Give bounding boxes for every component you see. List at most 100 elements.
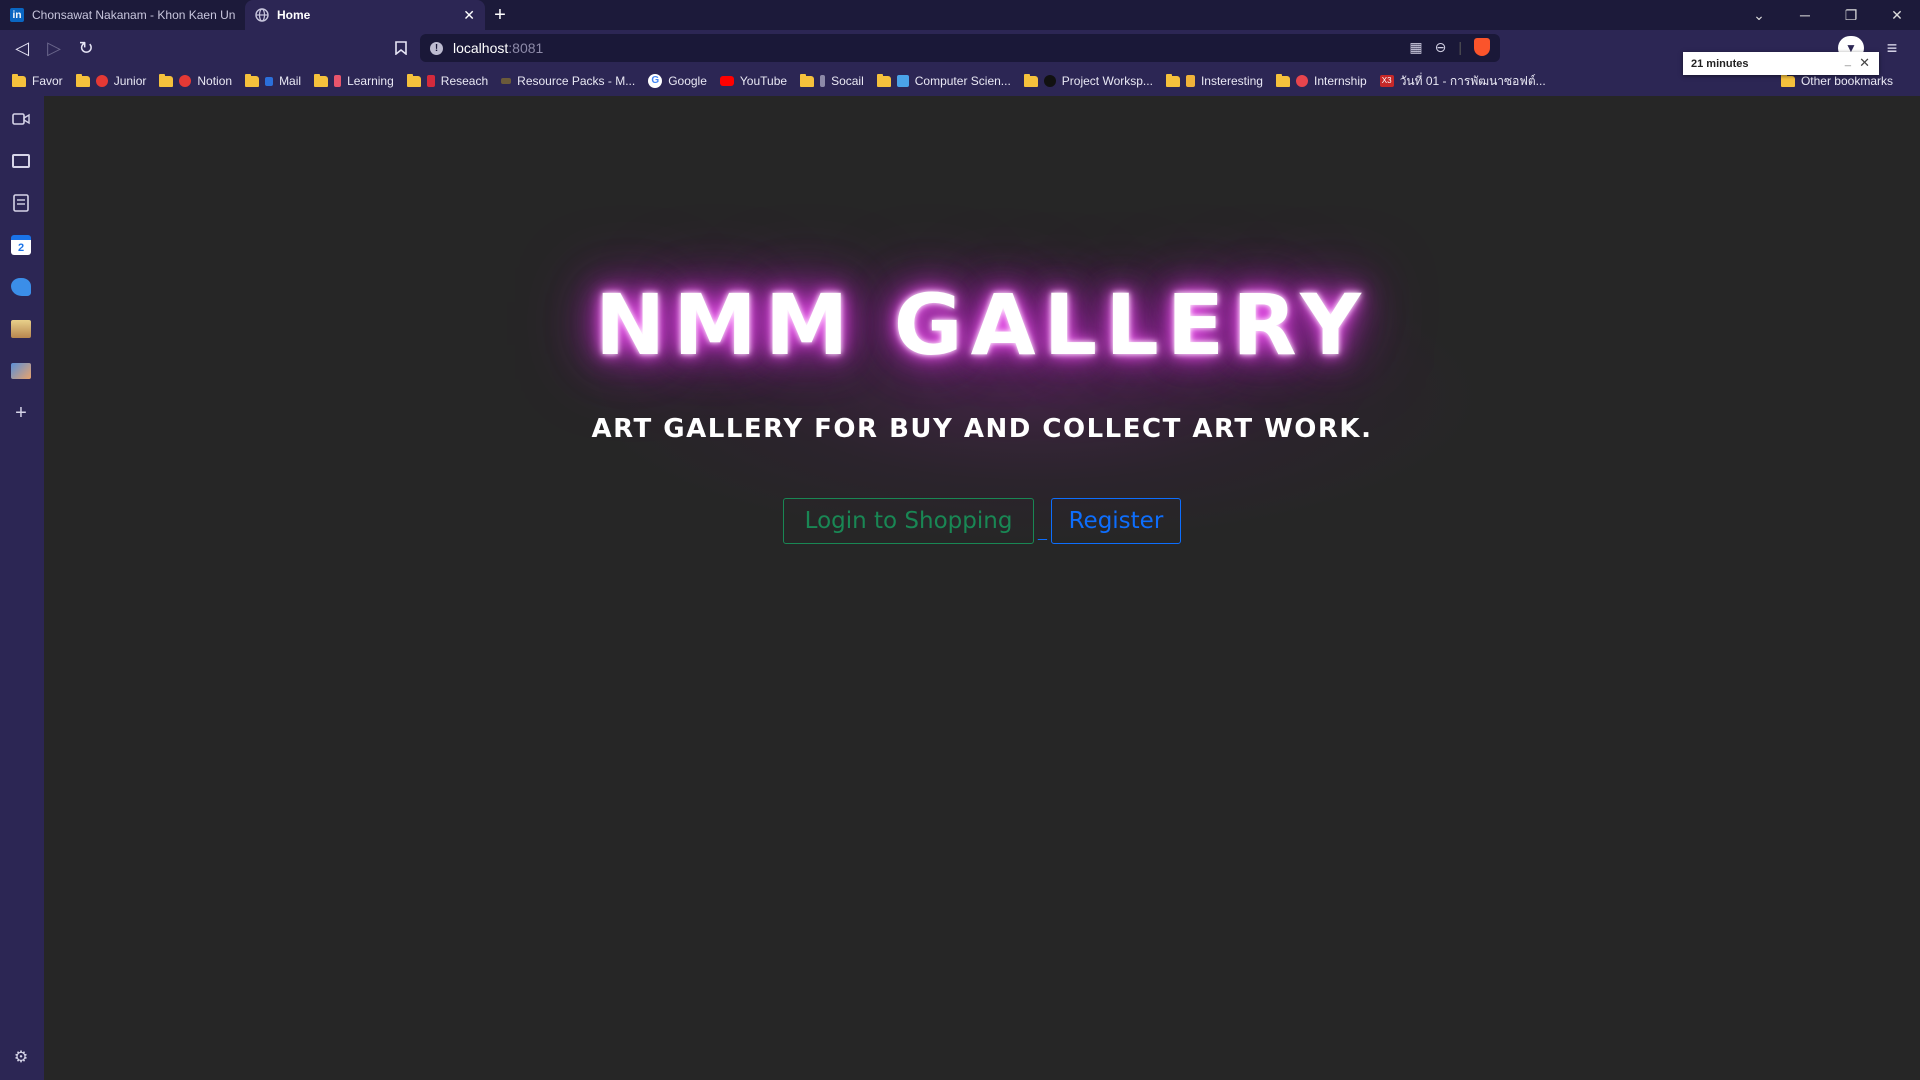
timer-label: 21 minutes <box>1691 57 1749 70</box>
folder-icon <box>12 73 26 87</box>
brave-shields-icon[interactable] <box>1474 38 1490 56</box>
bookmark-label: Internship <box>1313 74 1367 88</box>
bookmark-notion[interactable]: Notion <box>159 73 233 88</box>
folder-icon <box>1165 73 1180 87</box>
bookmark-project-workspace[interactable]: Project Worksp... <box>1023 73 1153 88</box>
bird-app-icon[interactable] <box>10 276 32 298</box>
timer-popup: 21 minutes _ ✕ <box>1683 52 1879 75</box>
photos-app-icon[interactable] <box>10 360 32 382</box>
bookmark-label: Junior <box>113 74 147 88</box>
divider: | <box>1458 39 1462 55</box>
internship-icon <box>1295 75 1308 87</box>
folder-icon <box>406 73 421 87</box>
mail-icon <box>265 76 274 86</box>
calendar-icon[interactable]: 2 <box>10 234 32 256</box>
page-title: NMM GALLERY <box>594 276 1370 374</box>
close-tab-icon[interactable]: ✕ <box>463 7 475 24</box>
reload-button[interactable]: ↻ <box>70 32 102 64</box>
wallet-sidebar-icon[interactable] <box>10 150 32 172</box>
bookmark-favor[interactable]: Favor <box>12 73 63 88</box>
page-subtitle: ART GALLERY FOR BUY AND COLLECT ART WORK… <box>591 414 1373 444</box>
action-buttons: Login to Shopping _ Register <box>44 498 1920 544</box>
bookmark-label: YouTube <box>739 74 788 88</box>
bookmark-youtube[interactable]: YouTube <box>719 74 788 88</box>
tab-title: Home <box>277 8 311 22</box>
bookmark-learning[interactable]: Learning <box>314 73 394 88</box>
folder-icon <box>245 73 260 87</box>
add-icon[interactable]: + <box>10 402 32 424</box>
google-icon: G <box>648 74 663 88</box>
bookmark-label: Other bookmarks <box>1800 74 1893 88</box>
address-actions: ▦ ⊖ | <box>1409 38 1490 56</box>
bookmark-socail[interactable]: Socail <box>800 73 864 88</box>
tab-home[interactable]: Home ✕ <box>245 0 485 30</box>
folder-icon <box>876 73 891 87</box>
learning-icon <box>334 75 342 87</box>
login-button[interactable]: Login to Shopping <box>783 498 1035 544</box>
interesting-icon <box>1185 75 1195 87</box>
close-timer-icon[interactable]: ✕ <box>1859 55 1870 71</box>
linkedin-icon: in <box>10 8 24 22</box>
url-host: localhost <box>453 40 509 56</box>
bookmark-google[interactable]: G Google <box>648 74 707 88</box>
bookmarks-bar: Favor Junior Notion Mail Learning Reseac… <box>0 66 1920 96</box>
resource-icon <box>501 78 512 84</box>
globe-icon <box>255 8 269 22</box>
folder-icon <box>1275 73 1290 87</box>
red-circle-icon <box>179 75 192 87</box>
video-icon[interactable] <box>10 108 32 130</box>
bookmark-label: Project Worksp... <box>1061 74 1153 88</box>
register-button[interactable]: Register <box>1050 498 1181 544</box>
new-tab-button[interactable]: + <box>485 0 515 30</box>
bookmark-label: Socail <box>831 74 864 88</box>
minimize-timer-button[interactable]: _ <box>1845 55 1851 67</box>
profile-app-icon[interactable] <box>10 318 32 340</box>
bookmark-reseach[interactable]: Reseach <box>406 73 489 88</box>
bookmark-x3[interactable]: X3 วันที่ 01 - การพัฒนาซอฟต์... <box>1379 72 1546 91</box>
site-info-icon[interactable]: ! <box>430 41 443 55</box>
forward-button[interactable]: ▷ <box>38 32 70 64</box>
red-circle-icon <box>95 75 108 87</box>
close-window-button[interactable]: ✕ <box>1874 0 1920 30</box>
folder-icon <box>800 73 815 87</box>
bookmark-label: Favor <box>32 74 63 88</box>
project-icon <box>1043 75 1056 87</box>
back-button[interactable]: ◁ <box>6 32 38 64</box>
reading-list-icon[interactable] <box>10 192 32 214</box>
bookmark-resource-packs[interactable]: Resource Packs - M... <box>501 74 635 88</box>
sidebar: 2 + ⚙ <box>0 96 44 1080</box>
bookmark-label: Google <box>668 74 707 88</box>
bookmark-label: Notion <box>197 74 233 88</box>
folder-icon <box>159 73 174 87</box>
research-icon <box>426 75 435 87</box>
zoom-icon[interactable]: ⊖ <box>1435 39 1447 56</box>
folder-icon <box>314 73 329 87</box>
minimize-button[interactable]: ─ <box>1782 0 1828 30</box>
menu-icon[interactable]: ≡ <box>1876 32 1908 64</box>
folder-icon <box>1023 73 1038 87</box>
tab-title: Chonsawat Nakanam - Khon Kaen Uni <box>32 8 235 22</box>
bookmark-label: Reseach <box>440 74 489 88</box>
bookmark-computer-science[interactable]: Computer Scien... <box>876 73 1011 88</box>
page-content: NMM GALLERY ART GALLERY FOR BUY AND COLL… <box>44 96 1920 1080</box>
window-controls: ⌄ ─ ❐ ✕ <box>1736 0 1920 30</box>
tab-search-icon[interactable]: ⌄ <box>1736 0 1782 30</box>
bookmark-internship[interactable]: Internship <box>1275 73 1367 88</box>
bookmark-junior[interactable]: Junior <box>75 73 147 88</box>
tab-linkedin[interactable]: in Chonsawat Nakanam - Khon Kaen Uni <box>0 0 245 30</box>
bookmark-page-icon[interactable] <box>385 32 417 64</box>
x3-icon: X3 <box>1379 75 1394 87</box>
tab-strip: in Chonsawat Nakanam - Khon Kaen Uni Hom… <box>0 0 1920 30</box>
social-icon <box>820 75 826 87</box>
bookmark-label: Computer Scien... <box>914 74 1011 88</box>
qr-code-icon[interactable]: ▦ <box>1409 39 1422 56</box>
bookmark-label: Mail <box>279 74 302 88</box>
bookmark-insteresting[interactable]: Insteresting <box>1165 73 1263 88</box>
bookmark-mail[interactable]: Mail <box>245 73 302 88</box>
bookmark-label: วันที่ 01 - การพัฒนาซอฟต์... <box>1399 73 1546 88</box>
address-bar[interactable]: ! localhost:8081 ▦ ⊖ | <box>420 34 1500 62</box>
bookmark-label: Insteresting <box>1200 74 1263 88</box>
gear-icon[interactable]: ⚙ <box>10 1046 32 1068</box>
restore-button[interactable]: ❐ <box>1828 0 1874 30</box>
computer-icon <box>896 75 909 87</box>
